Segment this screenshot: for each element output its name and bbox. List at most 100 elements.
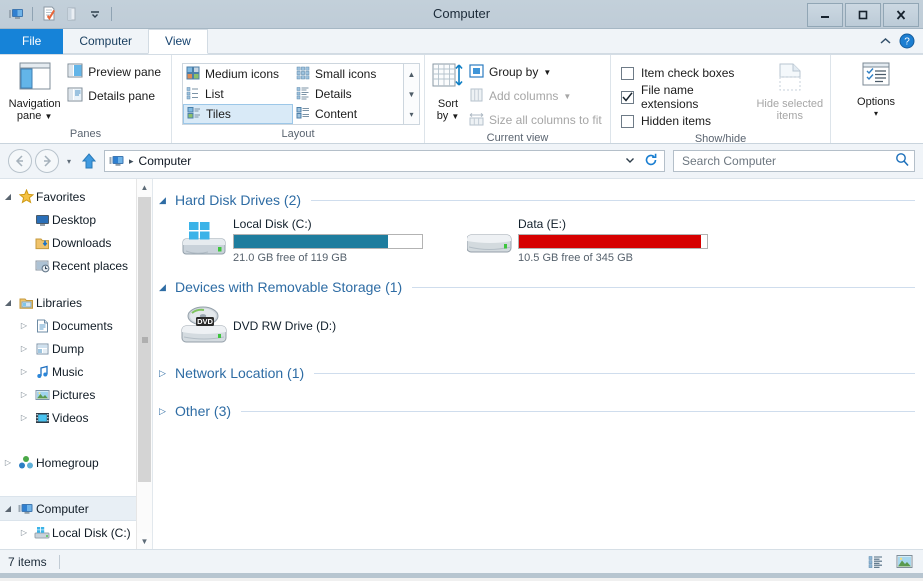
- scroll-down-icon[interactable]: ▼: [137, 533, 152, 549]
- help-icon[interactable]: ?: [899, 33, 915, 52]
- layout-details[interactable]: Details: [293, 84, 403, 104]
- group-header-hard-disk-drives[interactable]: ◢ Hard Disk Drives (2): [159, 189, 923, 211]
- details-pane-button[interactable]: Details pane: [63, 85, 165, 107]
- recent-locations-dropdown-icon[interactable]: ▾: [62, 157, 76, 166]
- group-expander-open-icon-1[interactable]: ◢: [159, 195, 175, 206]
- drive-name-c: Local Disk (C:): [233, 217, 423, 231]
- window-controls: [805, 3, 919, 27]
- tab-computer[interactable]: Computer: [63, 29, 148, 54]
- gallery-expand-icon[interactable]: ▾: [404, 104, 419, 124]
- search-icon[interactable]: [895, 152, 910, 170]
- drive-tile-local-disk-c[interactable]: Local Disk (C:) 21.0 GB free of 119 GB: [177, 215, 462, 264]
- group-by-chevron-icon[interactable]: ▼: [543, 68, 551, 77]
- up-button[interactable]: [79, 152, 99, 170]
- expander-closed-icon-6[interactable]: ▷: [0, 458, 16, 467]
- gallery-scroll-up-icon[interactable]: ▲: [404, 64, 419, 84]
- close-button[interactable]: [883, 3, 919, 27]
- scrollbar-thumb[interactable]: [138, 197, 151, 482]
- add-columns-chevron-icon[interactable]: ▼: [563, 92, 571, 101]
- computer-icon[interactable]: [6, 4, 26, 24]
- sidebar-item-dump[interactable]: ▷ Dump: [0, 337, 152, 360]
- group-rule-2: [412, 287, 915, 288]
- group-expander-closed-icon-1[interactable]: ▷: [159, 368, 175, 379]
- expander-closed-icon-4[interactable]: ▷: [16, 390, 32, 399]
- sidebar-item-music[interactable]: ▷ Music: [0, 360, 152, 383]
- forward-button[interactable]: [35, 149, 59, 173]
- hide-selected-items-button[interactable]: Hide selected items: [756, 59, 824, 122]
- expander-open-icon-3[interactable]: ◢: [0, 504, 16, 513]
- item-check-boxes-checkbox[interactable]: [621, 67, 634, 80]
- scroll-up-icon[interactable]: ▲: [137, 179, 152, 195]
- group-expander-open-icon-2[interactable]: ◢: [159, 282, 175, 293]
- tab-file[interactable]: File: [0, 29, 63, 54]
- minimize-button[interactable]: [807, 3, 843, 27]
- expander-closed-icon-7[interactable]: ▷: [16, 528, 32, 537]
- drive-tile-data-e[interactable]: Data (E:) 10.5 GB free of 345 GB: [462, 215, 747, 264]
- layout-small-icons[interactable]: Small icons: [293, 64, 403, 84]
- address-dropdown-icon[interactable]: [624, 154, 636, 168]
- details-view-button[interactable]: [865, 553, 887, 571]
- layout-medium-icons[interactable]: Medium icons: [183, 64, 293, 84]
- sidebar-item-downloads[interactable]: Downloads: [0, 231, 152, 254]
- status-divider: [59, 555, 60, 569]
- ribbon-group-show-hide: Item check boxes File name extensions Hi…: [611, 55, 831, 143]
- expander-closed-icon-3[interactable]: ▷: [16, 367, 32, 376]
- search-input[interactable]: Search Computer: [673, 150, 915, 172]
- refresh-icon[interactable]: [644, 153, 658, 170]
- group-expander-closed-icon-2[interactable]: ▷: [159, 406, 175, 417]
- sidebar-item-videos[interactable]: ▷ Videos: [0, 406, 152, 429]
- ribbon-group-label-current-view: Current view: [425, 131, 610, 145]
- file-name-extensions-checkbox[interactable]: [621, 91, 634, 104]
- gallery-scroll-down-icon[interactable]: ▼: [404, 84, 419, 104]
- layout-tiles[interactable]: Tiles: [183, 104, 293, 124]
- current-view-small-buttons: Group by ▼ Add columns ▼ S: [465, 59, 606, 131]
- expander-open-icon[interactable]: ◢: [0, 192, 16, 201]
- layout-content[interactable]: Content: [293, 104, 403, 124]
- group-by-button[interactable]: Group by ▼: [465, 61, 606, 83]
- layout-gallery-scroll[interactable]: ▲ ▼ ▾: [403, 64, 419, 124]
- expander-open-icon-2[interactable]: ◢: [0, 298, 16, 307]
- sidebar-item-computer[interactable]: ◢ Computer: [0, 496, 152, 521]
- item-check-boxes-checkbox-row[interactable]: Item check boxes: [621, 62, 748, 84]
- layout-list[interactable]: List: [183, 84, 293, 104]
- sidebar-item-favorites[interactable]: ◢ Favorites: [0, 185, 152, 208]
- options-label-2[interactable]: ▾: [874, 108, 878, 120]
- customize-qat-dropdown-icon[interactable]: [85, 4, 105, 24]
- maximize-button[interactable]: [845, 3, 881, 27]
- sort-by-button[interactable]: Sort by ▼: [431, 59, 465, 123]
- expander-closed-icon-2[interactable]: ▷: [16, 344, 32, 353]
- properties-icon[interactable]: [39, 4, 59, 24]
- sidebar-item-data-e[interactable]: ▷ Data (E:): [0, 544, 152, 549]
- navigation-pane-button[interactable]: Navigation pane ▼: [6, 59, 63, 123]
- hidden-items-checkbox[interactable]: [621, 115, 634, 128]
- add-columns-button[interactable]: Add columns ▼: [465, 85, 606, 107]
- size-all-columns-button[interactable]: Size all columns to fit: [465, 109, 606, 131]
- sidebar-item-libraries[interactable]: ◢ Libraries: [0, 291, 152, 314]
- group-header-network-location[interactable]: ▷ Network Location (1): [159, 362, 923, 384]
- sidebar-item-pictures[interactable]: ▷ Pictures: [0, 383, 152, 406]
- breadcrumb[interactable]: ▸ Computer: [104, 150, 665, 172]
- videos-icon: [32, 411, 52, 425]
- file-name-extensions-checkbox-row[interactable]: File name extensions: [621, 86, 748, 108]
- expander-closed-icon-5[interactable]: ▷: [16, 413, 32, 422]
- sidebar-item-documents[interactable]: ▷ Documents: [0, 314, 152, 337]
- large-icons-view-button[interactable]: [893, 553, 915, 571]
- expander-closed-icon-1[interactable]: ▷: [16, 321, 32, 330]
- sidebar-item-recent-places[interactable]: Recent places: [0, 254, 152, 277]
- back-button[interactable]: [8, 149, 32, 173]
- preview-pane-button[interactable]: Preview pane: [63, 61, 165, 83]
- options-button[interactable]: Options ▾: [839, 59, 913, 120]
- breadcrumb-separator[interactable]: ▸: [127, 156, 139, 167]
- group-header-removable-storage[interactable]: ◢ Devices with Removable Storage (1): [159, 276, 923, 298]
- sidebar-item-desktop[interactable]: Desktop: [0, 208, 152, 231]
- sidebar-item-homegroup[interactable]: ▷ Homegroup: [0, 451, 152, 474]
- navigation-pane-scrollbar[interactable]: ▲ ▼: [136, 179, 152, 549]
- breadcrumb-text[interactable]: Computer: [139, 154, 192, 168]
- tab-view[interactable]: View: [148, 29, 208, 54]
- hidden-items-checkbox-row[interactable]: Hidden items: [621, 110, 748, 132]
- drive-tile-dvd-rw-d[interactable]: DVD DVD RW Drive (D:): [159, 300, 923, 358]
- group-header-other[interactable]: ▷ Other (3): [159, 400, 923, 422]
- sidebar-item-local-disk-c[interactable]: ▷ Local Disk (C:): [0, 521, 152, 544]
- new-folder-icon[interactable]: [62, 4, 82, 24]
- collapse-ribbon-icon[interactable]: [878, 35, 893, 51]
